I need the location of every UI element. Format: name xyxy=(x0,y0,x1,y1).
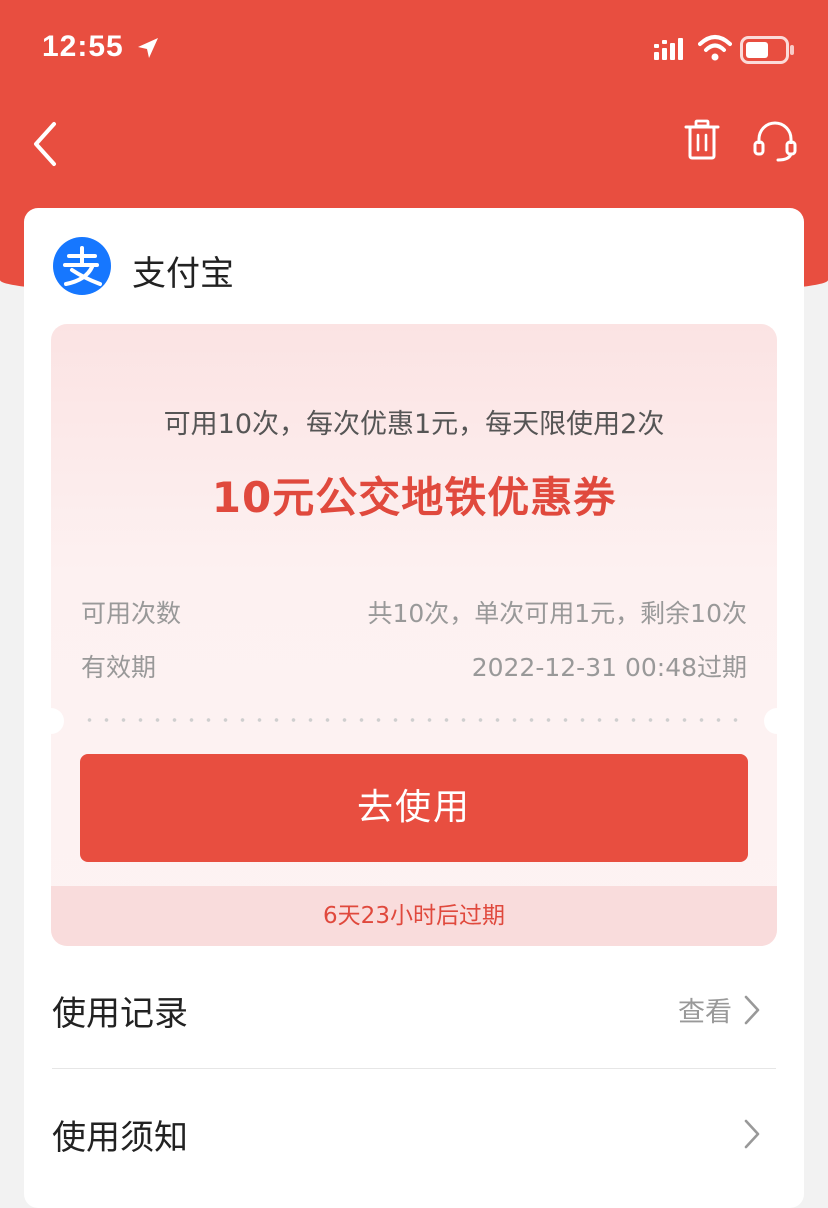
status-bar: 12:55 xyxy=(0,0,828,100)
coupon-ticket: 可用10次，每次优惠1元，每天限使用2次 10元公交地铁优惠券 可用次数 共10… xyxy=(51,324,777,946)
usage-record-label: 使用记录 xyxy=(52,994,188,1034)
wifi-icon xyxy=(698,35,732,61)
battery-icon xyxy=(740,36,794,64)
use-coupon-button[interactable]: 去使用 xyxy=(80,754,748,862)
info-label: 可用次数 xyxy=(81,599,182,628)
dotted-divider xyxy=(81,718,747,722)
trash-icon[interactable] xyxy=(682,118,722,162)
back-arrow-icon[interactable] xyxy=(28,118,64,170)
location-arrow-icon xyxy=(138,38,158,58)
usage-notice-label: 使用须知 xyxy=(52,1118,188,1158)
info-value: 2022-12-31 00:48过期 xyxy=(471,653,747,682)
ticket-notch-left xyxy=(51,708,64,734)
usage-record-row[interactable]: 使用记录 查看 xyxy=(52,948,776,1068)
nav-bar xyxy=(0,100,828,190)
list-divider xyxy=(52,1068,776,1069)
coupon-card: 支付宝 可用10次，每次优惠1元，每天限使用2次 10元公交地铁优惠券 可用次数… xyxy=(24,208,804,1208)
status-time: 12:55 xyxy=(42,30,124,63)
info-label: 有效期 xyxy=(81,653,157,682)
chevron-right-icon xyxy=(744,1119,760,1149)
coupon-title: 10元公交地铁优惠券 xyxy=(211,473,617,522)
expire-countdown: 6天23小时后过期 xyxy=(51,886,777,946)
usage-notice-row[interactable]: 使用须知 xyxy=(52,1072,776,1192)
alipay-logo-icon xyxy=(53,237,111,295)
info-value: 共10次，单次可用1元，剩余10次 xyxy=(367,599,747,628)
merchant-name: 支付宝 xyxy=(132,254,234,294)
cellular-signal-icon xyxy=(654,38,683,60)
ticket-notch-right xyxy=(764,708,777,734)
view-link[interactable]: 查看 xyxy=(678,990,732,1029)
chevron-right-icon xyxy=(744,995,760,1025)
customer-service-headset-icon[interactable] xyxy=(752,118,798,164)
coupon-subtitle: 可用10次，每次优惠1元，每天限使用2次 xyxy=(163,409,665,440)
